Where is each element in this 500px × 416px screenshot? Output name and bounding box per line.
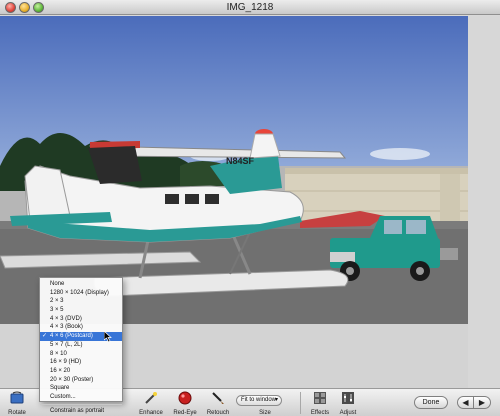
magic-wand-icon xyxy=(145,392,157,404)
menu-item-label: 4 × 3 (DVD) xyxy=(50,315,82,322)
adjust-label: Adjust xyxy=(339,410,357,416)
menu-item-label: 4 × 6 (Postcard) xyxy=(50,333,93,340)
toolbar-separator xyxy=(300,392,301,414)
menu-item-none[interactable]: None xyxy=(40,280,122,289)
red-eye-label: Red-Eye xyxy=(173,410,197,416)
menu-item-constrain-portrait[interactable]: Constrain as portrait xyxy=(40,407,122,416)
menu-item-label: 8 × 10 xyxy=(50,350,67,357)
red-eye-tool[interactable]: Red-Eye xyxy=(170,389,200,416)
window-title: IMG_1218 xyxy=(226,2,274,13)
rotate-label: Rotate xyxy=(8,410,26,416)
menu-item-label: 20 × 30 (Poster) xyxy=(50,376,94,383)
adjust-tool[interactable]: Adjust xyxy=(333,389,363,416)
adjust-icon xyxy=(342,392,354,404)
menu-item-display[interactable]: 1280 × 1024 (Display) xyxy=(40,289,122,298)
menu-item-label: 16 × 9 (HD) xyxy=(50,359,82,366)
menu-item-8x10[interactable]: 8 × 10 xyxy=(40,350,122,359)
rotate-tool[interactable]: Rotate xyxy=(2,389,32,416)
title-bar: IMG_1218 xyxy=(0,0,500,15)
menu-item-label: None xyxy=(50,281,65,287)
menu-item-3x5[interactable]: 3 × 5 xyxy=(40,306,122,315)
left-arrow-icon: ◀ xyxy=(462,398,469,407)
menu-item-label: 1280 × 1024 (Display) xyxy=(50,289,109,296)
menu-item-custom[interactable]: Custom... xyxy=(40,393,122,402)
pointer-cursor-icon xyxy=(104,331,112,342)
menu-item-16x20[interactable]: 16 × 20 xyxy=(40,367,122,376)
brush-icon xyxy=(212,392,224,404)
menu-item-label: Custom... xyxy=(50,393,76,400)
enhance-label: Enhance xyxy=(139,410,163,416)
aircraft-registration-text: N84SF xyxy=(226,156,255,166)
menu-item-label: Square xyxy=(50,385,70,392)
next-photo-button[interactable]: ▶ xyxy=(474,396,491,409)
checkmark-icon: ✓ xyxy=(42,333,48,340)
menu-item-label: 4 × 3 (Book) xyxy=(50,324,83,331)
menu-item-label: 3 × 5 xyxy=(50,307,64,314)
photo-editor-window: IMG_1218 N84SF Rotate Enhance Red-Eye Re… xyxy=(0,0,500,416)
effects-icon xyxy=(314,392,326,404)
menu-item-square[interactable]: Square xyxy=(40,384,122,393)
right-arrow-icon: ▶ xyxy=(478,398,486,407)
menu-item-label: Constrain as portrait xyxy=(50,407,105,414)
rotate-icon xyxy=(10,391,24,404)
menu-item-5x7[interactable]: 5 × 7 (L, 2L) xyxy=(40,341,122,350)
menu-item-label: 5 × 7 (L, 2L) xyxy=(50,341,83,348)
menu-separator xyxy=(40,403,122,405)
menu-item-2x3[interactable]: 2 × 3 xyxy=(40,297,122,306)
size-label-container: Size xyxy=(250,389,280,416)
crop-outside-area xyxy=(468,16,500,388)
effects-tool[interactable]: Effects xyxy=(305,389,335,416)
done-button[interactable]: Done xyxy=(414,396,448,409)
menu-item-label: 16 × 20 xyxy=(50,367,71,374)
menu-item-dvd[interactable]: 4 × 3 (DVD) xyxy=(40,315,122,324)
menu-item-poster[interactable]: 20 × 30 (Poster) xyxy=(40,376,122,385)
red-eye-icon xyxy=(178,391,192,405)
effects-label: Effects xyxy=(310,410,330,416)
retouch-label: Retouch xyxy=(206,410,230,416)
previous-photo-button[interactable]: ◀ xyxy=(457,396,474,409)
menu-item-label: 2 × 3 xyxy=(50,298,64,305)
enhance-tool[interactable]: Enhance xyxy=(136,389,166,416)
retouch-tool[interactable]: Retouch xyxy=(203,389,233,416)
size-label: Size xyxy=(259,410,271,416)
menu-item-hd[interactable]: 16 × 9 (HD) xyxy=(40,358,122,367)
